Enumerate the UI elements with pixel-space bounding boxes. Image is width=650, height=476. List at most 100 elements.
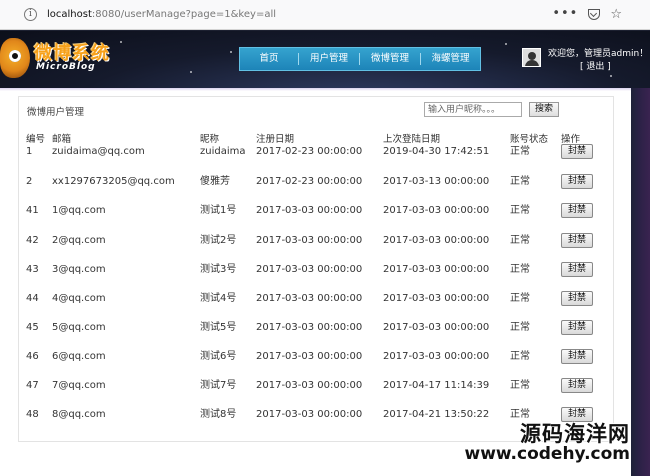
cell-email: 1@qq.com (52, 205, 106, 216)
site-logo-subtitle: MicroBlog (36, 62, 96, 72)
column-header-nickname: 昵称 (200, 134, 220, 145)
cell-status: 正常 (510, 176, 530, 187)
cell-email: 5@qq.com (52, 322, 106, 333)
search-button[interactable]: 搜索 (529, 102, 559, 117)
cell-email: 4@qq.com (52, 293, 106, 304)
cell-email: 3@qq.com (52, 264, 106, 275)
table-row: 46 6@qq.com 测试6号 2017-03-03 00:00:00 2017-03… (0, 349, 631, 370)
ban-button[interactable]: 封禁 (561, 233, 593, 248)
pocket-icon[interactable] (588, 8, 601, 20)
cell-nickname: 测试2号 (200, 235, 237, 246)
browser-toolbar: i localhost:8080/userManage?page=1&key=a… (0, 0, 650, 30)
cell-nickname: 测试1号 (200, 205, 237, 216)
cell-last-login: 2017-03-03 00:00:00 (383, 351, 490, 362)
cell-register-date: 2017-03-03 00:00:00 (256, 351, 363, 362)
cell-status: 正常 (510, 264, 530, 275)
cell-id: 46 (26, 351, 39, 362)
column-header-email: 邮箱 (52, 134, 72, 145)
url-host: localhost (47, 9, 92, 20)
background-strip (631, 88, 650, 476)
cell-register-date: 2017-03-03 00:00:00 (256, 264, 363, 275)
ban-button[interactable]: 封禁 (561, 262, 593, 277)
cell-register-date: 2017-03-03 00:00:00 (256, 205, 363, 216)
table-row: 2 xx1297673205@qq.com 傻雅芳 2017-02-23 00:00:… (0, 174, 631, 195)
bookmark-star-icon[interactable]: ☆ (610, 8, 622, 21)
ban-button[interactable]: 封禁 (561, 378, 593, 393)
cell-last-login: 2017-03-03 00:00:00 (383, 264, 490, 275)
cell-id: 43 (26, 264, 39, 275)
nav-item-home[interactable]: 首页 (240, 53, 298, 65)
column-header-last-login: 上次登陆日期 (383, 134, 441, 145)
ban-button[interactable]: 封禁 (561, 203, 593, 218)
cell-id: 44 (26, 293, 39, 304)
cell-status: 正常 (510, 235, 530, 246)
cell-register-date: 2017-02-23 00:00:00 (256, 176, 363, 187)
cell-email: 7@qq.com (52, 380, 106, 391)
logo-mascot-icon (0, 38, 30, 78)
address-bar[interactable]: localhost:8080/userManage?page=1&key=all (47, 9, 276, 20)
admin-avatar (522, 48, 541, 67)
cell-email: xx1297673205@qq.com (52, 176, 175, 187)
main-nav: 首页 用户管理 微博管理 海螺管理 (239, 47, 481, 71)
nav-item-weibo-manage[interactable]: 微博管理 (359, 53, 420, 65)
ban-button[interactable]: 封禁 (561, 174, 593, 189)
column-header-status: 账号状态 (510, 134, 549, 145)
welcome-text: 欢迎您，管理员admin！ (548, 49, 649, 59)
cell-id: 42 (26, 235, 39, 246)
cell-last-login: 2017-03-03 00:00:00 (383, 293, 490, 304)
logout-link[interactable]: [ 退出 ] (580, 59, 611, 72)
cell-last-login: 2017-03-03 00:00:00 (383, 322, 490, 333)
cell-email: 6@qq.com (52, 351, 106, 362)
cell-id: 45 (26, 322, 39, 333)
cell-id: 41 (26, 205, 39, 216)
cell-status: 正常 (510, 146, 530, 157)
column-header-register-date: 注册日期 (256, 134, 295, 145)
cell-register-date: 2017-03-03 00:00:00 (256, 235, 363, 246)
cell-last-login: 2017-03-13 00:00:00 (383, 176, 490, 187)
cell-last-login: 2019-04-30 17:42:51 (383, 146, 490, 157)
cell-register-date: 2017-03-03 00:00:00 (256, 322, 363, 333)
cell-id: 48 (26, 409, 39, 420)
cell-last-login: 2017-03-03 00:00:00 (383, 235, 490, 246)
nav-item-hailuo-manage[interactable]: 海螺管理 (420, 53, 480, 65)
watermark-url: www.codehy.com (464, 444, 631, 464)
ban-button[interactable]: 封禁 (561, 320, 593, 335)
table-row: 42 2@qq.com 测试2号 2017-03-03 00:00:00 2017-03… (0, 233, 631, 254)
table-row: 47 7@qq.com 测试7号 2017-03-03 00:00:00 2017-04… (0, 378, 631, 399)
table-row: 43 3@qq.com 测试3号 2017-03-03 00:00:00 2017-03… (0, 262, 631, 283)
ban-button[interactable]: 封禁 (561, 144, 593, 159)
panel-title: 微博用户管理 (27, 107, 85, 118)
search-input[interactable] (424, 102, 522, 117)
cell-id: 47 (26, 380, 39, 391)
table-row: 44 4@qq.com 测试4号 2017-03-03 00:00:00 2017-03… (0, 291, 631, 312)
cell-nickname: 测试3号 (200, 264, 237, 275)
cell-register-date: 2017-03-03 00:00:00 (256, 380, 363, 391)
cell-status: 正常 (510, 205, 530, 216)
cell-email: zuidaima@qq.com (52, 146, 145, 157)
column-header-id: 编号 (26, 134, 46, 145)
info-icon[interactable]: i (24, 8, 37, 21)
table-row: 41 1@qq.com 测试1号 2017-03-03 00:00:00 2017-03… (0, 203, 631, 224)
cell-email: 8@qq.com (52, 409, 106, 420)
watermark: 源码海洋网 www.codehy.com (445, 418, 631, 470)
cell-nickname: 测试4号 (200, 293, 237, 304)
cell-email: 2@qq.com (52, 235, 106, 246)
url-path: :8080/userManage?page=1&key=all (91, 9, 277, 20)
ban-button[interactable]: 封禁 (561, 349, 593, 364)
cell-register-date: 2017-02-23 00:00:00 (256, 146, 363, 157)
cell-nickname: 测试6号 (200, 351, 237, 362)
nav-item-user-manage[interactable]: 用户管理 (298, 53, 359, 65)
ban-button[interactable]: 封禁 (561, 291, 593, 306)
cell-nickname: 测试8号 (200, 409, 237, 420)
cell-status: 正常 (510, 293, 530, 304)
table-row: 45 5@qq.com 测试5号 2017-03-03 00:00:00 2017-03… (0, 320, 631, 341)
table-row: 1 zuidaima@qq.com zuidaima 2017-02-23 00:00… (0, 144, 631, 165)
cell-id: 1 (26, 146, 33, 157)
cell-status: 正常 (510, 351, 530, 362)
column-header-action: 操作 (561, 134, 581, 145)
cell-status: 正常 (510, 322, 530, 333)
cell-nickname: 测试7号 (200, 380, 237, 391)
cell-nickname: 傻雅芳 (200, 176, 230, 187)
cell-id: 2 (26, 176, 33, 187)
page-actions-icon[interactable]: ••• (552, 7, 578, 21)
